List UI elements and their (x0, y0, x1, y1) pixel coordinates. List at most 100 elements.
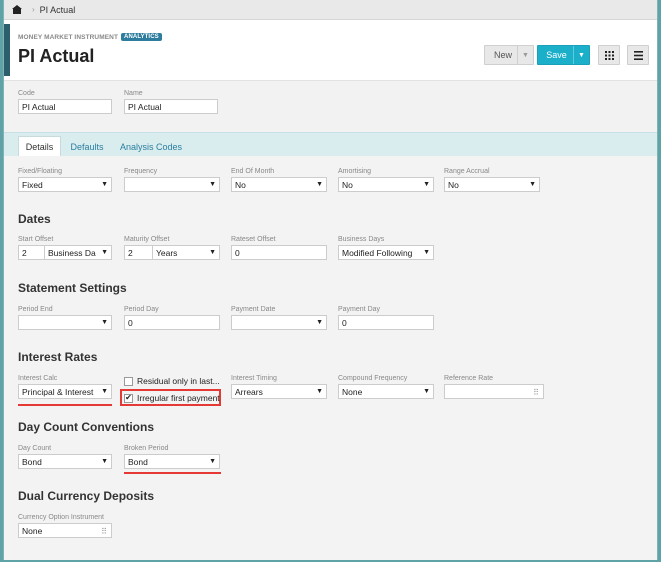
reference-rate-label: Reference Rate (444, 375, 494, 382)
rateset-offset-label: Rateset Offset (231, 236, 276, 243)
tab-analysis-codes[interactable]: Analysis Codes (116, 136, 186, 157)
tab-details[interactable]: Details (18, 136, 61, 157)
name-label: Name (124, 90, 143, 97)
grid-icon (604, 50, 614, 60)
fixed-floating-value: Fixed (22, 179, 43, 190)
chevron-down-icon: ▼ (101, 249, 108, 256)
end-of-month-label: End Of Month (231, 168, 275, 175)
payment-day-input[interactable]: 0 (338, 315, 434, 330)
day-count-value: Bond (22, 456, 42, 467)
interest-timing-value: Arrears (235, 386, 263, 397)
period-day-input[interactable]: 0 (124, 315, 220, 330)
interest-timing-select[interactable]: Arrears ▼ (231, 384, 327, 399)
maturity-offset-field: Maturity Offset 2 Years ▼ (124, 236, 220, 260)
chevron-down-icon: ▼ (423, 388, 430, 395)
chevron-down-icon: ▼ (423, 181, 430, 188)
fixed-floating-select[interactable]: Fixed ▼ (18, 177, 112, 192)
amortising-select[interactable]: No ▼ (338, 177, 434, 192)
broken-period-label: Broken Period (124, 445, 169, 452)
end-of-month-field: End Of Month No ▼ (231, 168, 327, 192)
currency-option-field: Currency Option Instrument None ⠿ (18, 514, 112, 538)
compound-frequency-label: Compound Frequency (338, 375, 408, 382)
end-of-month-select[interactable]: No ▼ (231, 177, 327, 192)
breadcrumb: › PI Actual (4, 0, 657, 20)
interest-calc-field: Interest Calc Principal & Interest ▼ (18, 375, 112, 399)
business-days-label: Business Days (338, 236, 385, 243)
dual-currency-heading: Dual Currency Deposits (18, 489, 155, 503)
name-field: Name PI Actual (124, 90, 218, 114)
day-count-heading: Day Count Conventions (18, 420, 155, 434)
chevron-down-icon[interactable]: ▼ (517, 46, 533, 64)
grid-icon[interactable]: ⠿ (533, 388, 539, 397)
interest-calc-value: Principal & Interest (22, 386, 94, 397)
dates-heading: Dates (18, 212, 51, 226)
payment-day-label: Payment Day (338, 306, 381, 313)
maturity-offset-label: Maturity Offset (124, 236, 170, 243)
interest-calc-select[interactable]: Principal & Interest ▼ (18, 384, 112, 399)
interest-timing-field: Interest Timing Arrears ▼ (231, 375, 327, 399)
chevron-down-icon: ▼ (101, 181, 108, 188)
code-input[interactable]: PI Actual (18, 99, 112, 114)
residual-checkbox-row[interactable]: Residual only in last... (124, 376, 220, 386)
menu-button[interactable] (627, 45, 649, 65)
breadcrumb-current: PI Actual (39, 4, 76, 15)
chevron-down-icon: ▼ (316, 388, 323, 395)
rateset-offset-input[interactable]: 0 (231, 245, 327, 260)
end-of-month-value: No (235, 179, 246, 190)
start-offset-number-input[interactable]: 2 (18, 245, 45, 260)
payment-date-select[interactable]: ▼ (231, 315, 327, 330)
irregular-checkbox[interactable]: ✔ (124, 393, 133, 403)
interest-calc-highlight (18, 404, 112, 406)
currency-option-label: Currency Option Instrument (18, 514, 104, 521)
irregular-label: Irregular first payment (137, 393, 220, 403)
reference-rate-input[interactable]: ⠿ (444, 384, 544, 399)
rateset-offset-field: Rateset Offset 0 (231, 236, 327, 260)
broken-period-value: Bond (128, 456, 148, 467)
chevron-down-icon: ▼ (423, 249, 430, 256)
period-end-select[interactable]: ▼ (18, 315, 112, 330)
tab-defaults[interactable]: Defaults (66, 136, 108, 157)
chevron-down-icon: ▼ (316, 319, 323, 326)
maturity-offset-unit-select[interactable]: Years ▼ (153, 245, 220, 260)
page-title: PI Actual (18, 46, 95, 66)
range-accrual-select[interactable]: No ▼ (444, 177, 540, 192)
name-input[interactable]: PI Actual (124, 99, 218, 114)
maturity-offset-number-input[interactable]: 2 (124, 245, 153, 260)
identity-section: Code PI Actual Name PI Actual (4, 80, 657, 132)
range-accrual-label: Range Accrual (444, 168, 490, 175)
chevron-down-icon: ▼ (529, 181, 536, 188)
payment-date-field: Payment Date ▼ (231, 306, 327, 330)
home-icon[interactable] (12, 5, 22, 14)
analytics-badge: ANALYTICS (121, 33, 162, 41)
business-days-select[interactable]: Modified Following ▼ (338, 245, 434, 260)
maturity-offset-unit-value: Years (156, 247, 178, 258)
tab-bar: Details Defaults Analysis Codes (4, 132, 657, 157)
frequency-field: Frequency ▼ (124, 168, 220, 192)
irregular-checkbox-row[interactable]: ✔ Irregular first payment (124, 393, 220, 403)
compound-frequency-select[interactable]: None ▼ (338, 384, 434, 399)
app-window: › PI Actual MONEY MARKET INSTRUMENT ANAL… (3, 0, 658, 560)
range-accrual-value: No (448, 179, 459, 190)
currency-option-input[interactable]: None ⠿ (18, 523, 112, 538)
fixed-floating-label: Fixed/Floating (18, 168, 62, 175)
amortising-value: No (342, 179, 353, 190)
save-button[interactable]: Save ▼ (537, 45, 590, 65)
residual-checkbox[interactable] (124, 376, 133, 386)
new-button[interactable]: New ▼ (484, 45, 534, 65)
compound-frequency-value: None (342, 386, 363, 397)
frequency-select[interactable]: ▼ (124, 177, 220, 192)
breadcrumb-separator: › (32, 5, 35, 14)
grid-icon[interactable]: ⠿ (101, 527, 107, 536)
chevron-down-icon: ▼ (209, 249, 216, 256)
fixed-floating-field: Fixed/Floating Fixed ▼ (18, 168, 112, 192)
grid-view-button[interactable] (598, 45, 620, 65)
chevron-down-icon[interactable]: ▼ (573, 46, 589, 64)
chevron-down-icon: ▼ (101, 458, 108, 465)
interest-calc-label: Interest Calc (18, 375, 58, 382)
code-field: Code PI Actual (18, 90, 112, 114)
day-count-select[interactable]: Bond ▼ (18, 454, 112, 469)
start-offset-label: Start Offset (18, 236, 54, 243)
business-days-value: Modified Following (342, 247, 413, 258)
broken-period-select[interactable]: Bond ▼ (124, 454, 220, 469)
start-offset-unit-select[interactable]: Business Da ▼ (45, 245, 112, 260)
